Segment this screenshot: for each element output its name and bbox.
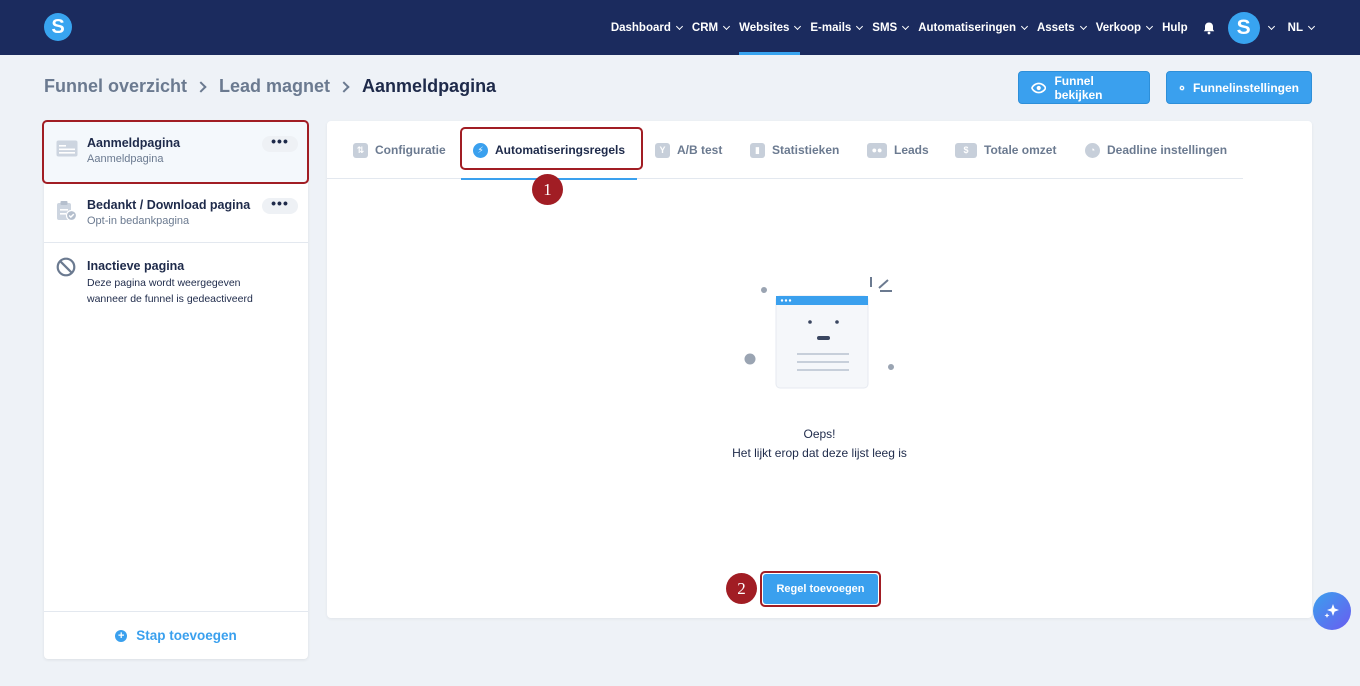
nav-label: Websites [739,21,790,34]
breadcrumb-lead-magnet[interactable]: Lead magnet [219,76,330,97]
tab-ab-test[interactable]: Y A/B test [655,121,722,179]
tab-leads[interactable]: ●● Leads [867,121,929,179]
highlight-box [460,127,643,170]
nav-hulp[interactable]: Hulp [1162,0,1188,55]
nav-label: Assets [1036,21,1075,34]
main-nav: Dashboard CRM Websites E-mails SMS Autom… [601,0,1316,55]
funnel-steps-sidebar: Aanmeldpagina Aanmeldpagina ••• Bedankt … [44,121,308,659]
chevron-down-icon [1146,22,1154,30]
step-marker-2: 2 [726,573,757,604]
user-avatar[interactable]: S [1227,11,1260,44]
empty-state-title: Oeps! [803,427,836,441]
highlight-box [42,120,309,184]
tab-statistieken[interactable]: ▮ Statistieken [750,121,839,179]
nav-crm[interactable]: CRM [691,0,731,55]
funnel-view-button[interactable]: Funnel bekijken [1018,71,1150,104]
funnel-view-label: Funnel bekijken [1054,73,1103,102]
funnel-settings-label: Funnelinstellingen [1192,80,1299,95]
highlight-box [760,571,881,607]
bell-icon[interactable] [1202,21,1216,35]
app-logo[interactable]: S [44,13,72,41]
chevron-down-icon [902,22,910,30]
nav-emails[interactable]: E-mails [810,0,864,55]
page-title: Aanmeldpagina [362,76,497,96]
chevron-down-icon [723,22,731,30]
sparkle-icon [1324,604,1339,618]
clock-icon: ◔ [1085,142,1100,158]
language-label: NL [1287,21,1303,34]
empty-list-illustration [744,277,894,389]
step-description: wanneer de funnel is gedeactiveerd [87,293,253,305]
step-title: Inactieve pagina [87,259,185,273]
sidebar-step-inactieve-pagina[interactable]: Inactieve pagina Deze pagina wordt weerg… [44,243,308,313]
step-subtitle: Opt-in bedankpagina [87,215,190,227]
step-marker-1: 1 [532,174,563,205]
add-step-button[interactable]: + Stap toevoegen [44,611,308,659]
users-icon: ●● [867,142,887,158]
language-selector[interactable]: NL [1287,0,1316,55]
breadcrumb: Funnel overzicht Lead magnet Aanmeldpagi… [44,76,496,97]
clipboard-check-icon [57,201,78,222]
add-step-label: Stap toevoegen [136,628,237,643]
nav-label: Verkoop [1095,21,1142,34]
funnel-settings-button[interactable]: Funnelinstellingen [1166,71,1312,104]
tab-label: Configuratie [375,143,446,157]
step-description: Deze pagina wordt weergegeven [87,277,241,289]
plus-circle-icon: + [115,629,128,642]
chevron-right-icon [338,80,350,93]
nav-label: Hulp [1162,21,1188,34]
nav-label: Automatiseringen [918,21,1016,34]
nav-dashboard[interactable]: Dashboard [610,0,683,55]
nav-label: SMS [872,21,898,34]
chevron-down-icon [794,22,802,30]
main-panel: ⇅ Configuratie ⚡ Automatiseringsregels Y A/… [327,121,1312,618]
gear-icon [1179,84,1185,91]
split-icon: Y [655,142,670,158]
dollar-icon: $ [955,142,977,158]
nav-label: CRM [691,21,719,34]
tab-deadline-instellingen[interactable]: ◔ Deadline instellingen [1085,121,1227,179]
nav-websites[interactable]: Websites [739,0,802,55]
tab-label: Leads [894,143,929,157]
tab-configuratie[interactable]: ⇅ Configuratie [353,121,446,179]
tab-label: Totale omzet [984,143,1057,157]
ban-icon [56,257,76,277]
chevron-down-icon [1020,22,1029,30]
nav-assets[interactable]: Assets [1036,0,1087,55]
eye-icon [1031,82,1047,93]
tab-label: A/B test [677,143,723,157]
sliders-icon: ⇅ [353,142,368,158]
bar-chart-icon: ▮ [750,142,765,158]
nav-sms[interactable]: SMS [872,0,910,55]
breadcrumb-funnel-overzicht[interactable]: Funnel overzicht [44,76,187,97]
ai-assistant-button[interactable] [1313,592,1351,630]
chevron-down-icon [675,22,683,30]
sidebar-step-bedankt[interactable]: Bedankt / Download pagina Opt-in bedankp… [44,183,308,243]
chevron-down-icon[interactable] [1267,22,1275,30]
step-title: Bedankt / Download pagina [87,198,251,212]
nav-label: E-mails [810,21,852,34]
more-menu-icon[interactable]: ••• [262,196,298,214]
chevron-down-icon [1307,22,1316,30]
empty-state-message: Het lijkt erop dat deze lijst leeg is [732,446,907,460]
nav-verkoop[interactable]: Verkoop [1095,0,1154,55]
tab-totale-omzet[interactable]: $ Totale omzet [955,121,1056,179]
nav-label: Dashboard [610,21,671,34]
chevron-down-icon [1079,22,1087,30]
tab-label: Deadline instellingen [1107,143,1228,157]
chevron-right-icon [195,80,207,93]
top-navbar: S Dashboard CRM Websites E-mails SMS Aut… [0,0,1360,55]
tab-label: Statistieken [772,143,840,157]
nav-automatiseringen[interactable]: Automatiseringen [918,0,1029,55]
chevron-down-icon [856,22,864,30]
